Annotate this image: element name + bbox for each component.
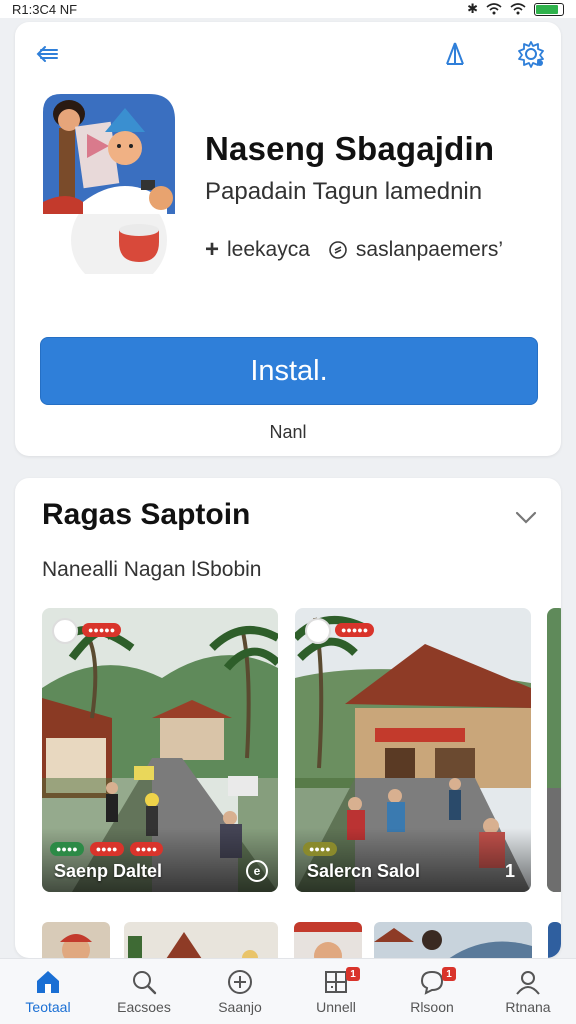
plus-icon: + (205, 236, 220, 263)
share-icon[interactable] (439, 38, 471, 70)
more-thumbnails-row (42, 922, 561, 958)
settings-icon[interactable] (515, 38, 547, 70)
home-icon (37, 971, 59, 993)
status-icons: ✱ (467, 1, 564, 17)
section-subtitle: Nanealli Nagan lSbobin (42, 558, 262, 581)
meta-developer[interactable]: + leekayca (205, 236, 310, 264)
battery-icon (534, 2, 564, 16)
thumbnail-image (294, 922, 362, 958)
nav-label: Rtnana (505, 999, 551, 1015)
thumbnail-image (128, 932, 258, 958)
status-time: R1:3C4 NF (12, 1, 78, 17)
village-image-partial (547, 608, 561, 892)
nav-label: Teotaal (25, 999, 71, 1015)
chevron-down-icon[interactable] (511, 502, 541, 532)
bottom-navigation: Teotaal Eacsoes Saanjo 1 Unnell 1 Rlsoon… (0, 958, 576, 1024)
tile-caption: Saenp Daltel (54, 861, 163, 881)
status-bar: R1:3C4 NF ✱ (0, 0, 576, 18)
section-title: Ragas Saptoin (42, 498, 251, 531)
thumbnail[interactable] (374, 922, 532, 958)
notification-badge: 1 (442, 967, 456, 981)
nav-add[interactable]: Saanjo (192, 959, 288, 1024)
nav-chat[interactable]: 1 Rlsoon (384, 959, 480, 1024)
tile-chips: ●●●● ●●●● ●●●● (50, 842, 164, 856)
chip: ●●●● (50, 842, 84, 856)
screenshot-tile[interactable]: ●●●●● ●●●● ●●●● ●●●● Saenp Daltel e (42, 608, 278, 892)
nav-search[interactable]: Eacsoes (96, 959, 192, 1024)
tile-corner-icon: 1 (504, 860, 515, 881)
tile-avatar (52, 618, 78, 644)
nav-grid[interactable]: 1 Unnell (288, 959, 384, 1024)
app-header-card: Naseng Sbagajdin Papadain Tagun lamednin… (15, 22, 561, 456)
meta-rating[interactable]: saslanpaemers’ (328, 238, 503, 262)
search-icon (133, 971, 157, 995)
app-meta-row: + leekayca saslanpaemers’ (205, 236, 503, 264)
thumbnail-image (60, 934, 92, 958)
nav-label: Saanjo (218, 999, 262, 1015)
meta-rating-label: saslanpaemers’ (355, 238, 503, 261)
screenshot-tile[interactable]: ●●●●● ●●●● Salercn Salol 1 (295, 608, 531, 892)
chip: ●●●● (89, 842, 124, 856)
thumbnail[interactable] (42, 922, 110, 958)
app-icon-illustration (43, 94, 175, 274)
tile-avatar (305, 618, 331, 644)
profile-icon (516, 971, 540, 995)
section-card: Ragas Saptoin Nanealli Nagan lSbobin ●●●… (15, 478, 561, 958)
tile-corner-icon: e (246, 860, 268, 882)
install-button[interactable]: Instal. (40, 337, 538, 405)
thumbnail-image (374, 928, 532, 958)
secondary-link[interactable]: Nanl (15, 422, 561, 443)
back-arrow-icon[interactable] (31, 38, 63, 70)
nav-home[interactable]: Teotaal (0, 959, 96, 1024)
app-subtitle: Papadain Tagun lamednin (205, 178, 483, 205)
thumbnail[interactable] (294, 922, 362, 958)
screenshot-tile-partial[interactable] (547, 608, 561, 892)
tile-tag: ●●●●● (82, 623, 122, 637)
chip: ●●●● (303, 842, 337, 856)
tile-chips: ●●●● (303, 842, 337, 856)
tile-caption: Salercn Salol (307, 861, 421, 881)
add-circle-icon (228, 970, 252, 994)
thumbnail-partial[interactable] (548, 922, 561, 958)
nav-label: Eacsoes (117, 999, 171, 1015)
rating-circle-icon (329, 241, 347, 259)
thumbnail[interactable] (124, 922, 278, 958)
nav-label: Unnell (316, 999, 356, 1015)
chip: ●●●● (129, 842, 164, 856)
app-title: Naseng Sbagajdin (205, 130, 495, 167)
notification-badge: 1 (346, 967, 360, 981)
signal-icon (510, 3, 526, 15)
tile-tag: ●●●●● (335, 623, 375, 637)
nav-label: Rlsoon (410, 999, 454, 1015)
nav-profile[interactable]: Rtnana (480, 959, 576, 1024)
wifi-icon (486, 3, 502, 15)
bluetooth-icon: ✱ (467, 1, 478, 16)
meta-developer-label: leekayca (227, 238, 310, 261)
